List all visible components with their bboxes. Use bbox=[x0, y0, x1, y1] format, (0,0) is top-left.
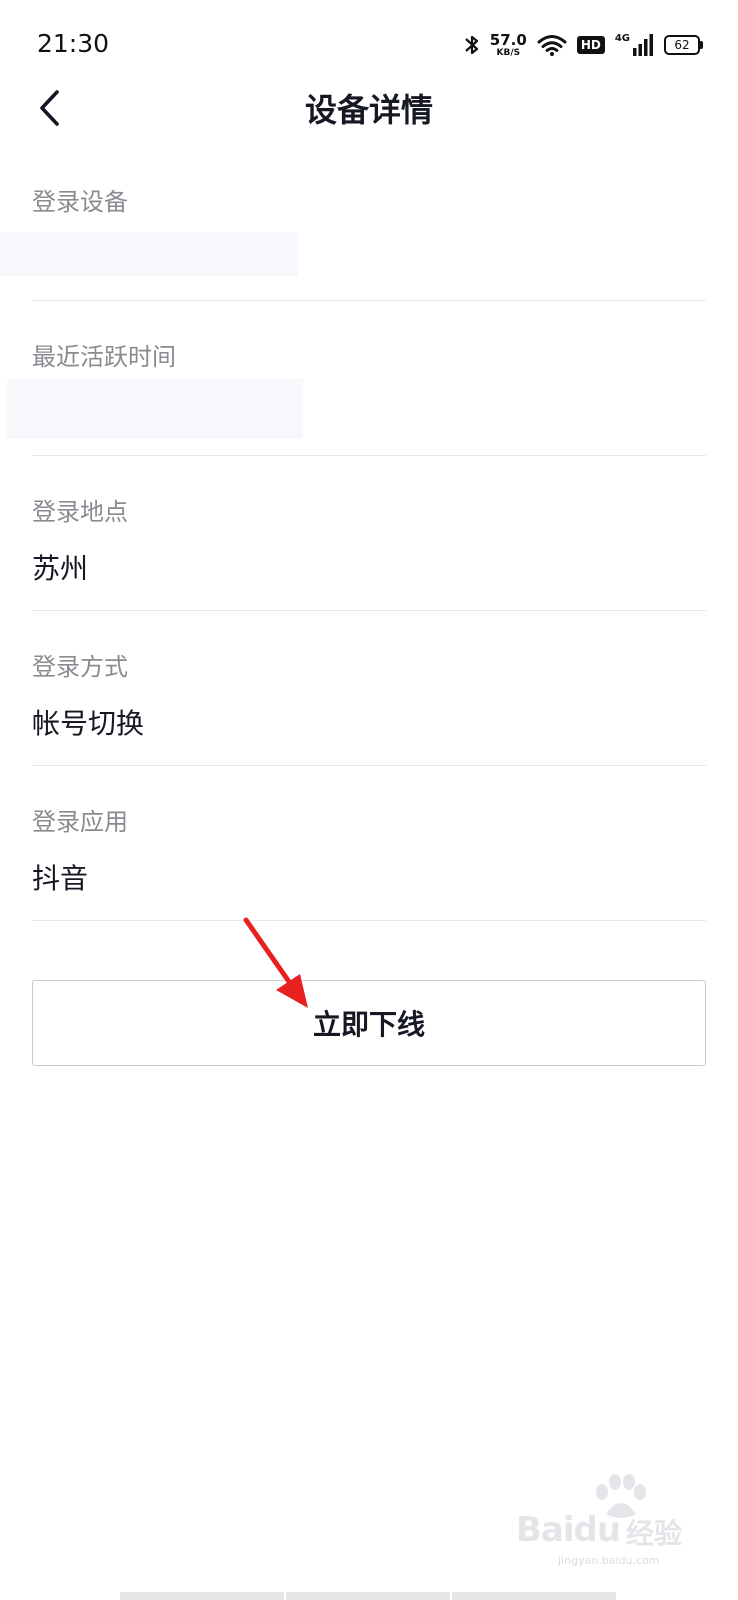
status-time: 21:30 bbox=[37, 29, 110, 58]
battery-icon: 62 bbox=[664, 35, 703, 55]
detail-item-last-active-time: 最近活跃时间 bbox=[7, 301, 706, 456]
nav-bar: 设备详情 bbox=[0, 80, 738, 140]
detail-list: 登录设备 最近活跃时间 登录地点 苏州 登录方式 帐号切换 登录应用 抖音 bbox=[0, 146, 738, 921]
status-bar: 21:30 57.0 KB/S HD 4G 62 bbox=[0, 0, 738, 90]
redacted-value-block bbox=[7, 379, 303, 439]
detail-label: 登录方式 bbox=[32, 653, 128, 681]
battery-level: 62 bbox=[674, 38, 690, 52]
wifi-icon bbox=[537, 34, 567, 56]
network-type: 4G bbox=[614, 32, 630, 44]
detail-item-login-app: 登录应用 抖音 bbox=[32, 766, 706, 921]
network-speed: 57.0 KB/S bbox=[489, 30, 527, 58]
watermark-cn: 经验 bbox=[626, 1517, 683, 1550]
detail-value: 帐号切换 bbox=[32, 707, 145, 740]
network-speed-unit: KB/S bbox=[496, 47, 521, 58]
page-title: 设备详情 bbox=[304, 91, 433, 129]
watermark-brand: Baidu bbox=[516, 1510, 621, 1550]
redacted-value-block bbox=[0, 232, 298, 276]
detail-item-login-device: 登录设备 bbox=[0, 146, 706, 301]
detail-value: 苏州 bbox=[32, 552, 89, 585]
detail-label: 登录设备 bbox=[32, 188, 128, 216]
detail-value: 抖音 bbox=[32, 862, 89, 895]
offline-now-button[interactable]: 立即下线 bbox=[32, 980, 706, 1066]
hd-badge: HD bbox=[576, 36, 605, 54]
gesture-bar-segment bbox=[452, 1592, 616, 1600]
detail-item-login-location: 登录地点 苏州 bbox=[32, 456, 706, 611]
baidu-watermark: Baidu 经验 jingyan.baidu.com bbox=[508, 1470, 708, 1570]
network-speed-value: 57.0 bbox=[489, 30, 527, 49]
detail-item-login-method: 登录方式 帐号切换 bbox=[32, 611, 706, 766]
status-icons: 57.0 KB/S HD 4G 62 bbox=[464, 28, 704, 62]
gesture-bar bbox=[120, 1592, 618, 1600]
bluetooth-icon bbox=[464, 33, 480, 57]
detail-label: 最近活跃时间 bbox=[32, 343, 176, 371]
gesture-bar-segment bbox=[286, 1592, 450, 1600]
watermark-url: jingyan.baidu.com bbox=[558, 1554, 660, 1567]
signal-icon bbox=[632, 34, 654, 56]
detail-label: 登录应用 bbox=[32, 808, 128, 836]
gesture-bar-segment bbox=[120, 1592, 284, 1600]
detail-label: 登录地点 bbox=[32, 498, 128, 526]
